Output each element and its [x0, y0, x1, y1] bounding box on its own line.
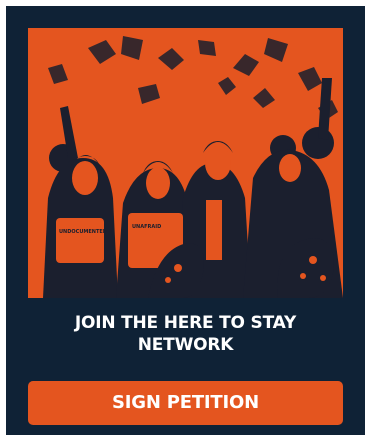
protest-crowd-illustration: UNDOCUMENTED UNAFRAID	[28, 28, 343, 298]
petition-card: UNDOCUMENTED UNAFRAID JOIN THE HERE TO S…	[6, 6, 365, 435]
sign-petition-button[interactable]: SIGN PETITION	[28, 381, 343, 425]
headline-line-2: NETWORK	[137, 335, 234, 355]
shirt-text-left: UNDOCUMENTED	[59, 229, 107, 235]
shirt-text-middle: UNAFRAID	[132, 224, 161, 230]
hero-image: UNDOCUMENTED UNAFRAID	[28, 28, 343, 298]
headline-line-1: JOIN THE HERE TO STAY	[74, 313, 297, 333]
petition-headline: JOIN THE HERE TO STAY NETWORK	[6, 312, 365, 356]
